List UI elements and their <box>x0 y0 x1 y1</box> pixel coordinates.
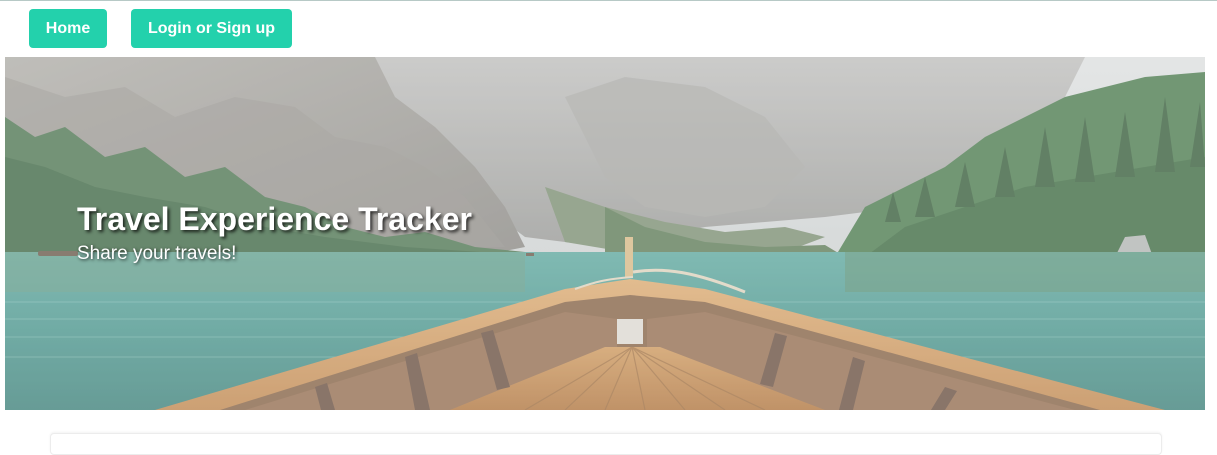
home-button[interactable]: Home <box>29 9 107 48</box>
hero-title: Travel Experience Tracker <box>77 201 472 237</box>
hero-subtitle: Share your travels! <box>77 243 237 264</box>
login-signup-button[interactable]: Login or Sign up <box>131 9 292 48</box>
content-card <box>50 433 1162 455</box>
navbar: Home Login or Sign up <box>0 1 1217 57</box>
hero-banner: Travel Experience Tracker Share your tra… <box>5 57 1205 410</box>
